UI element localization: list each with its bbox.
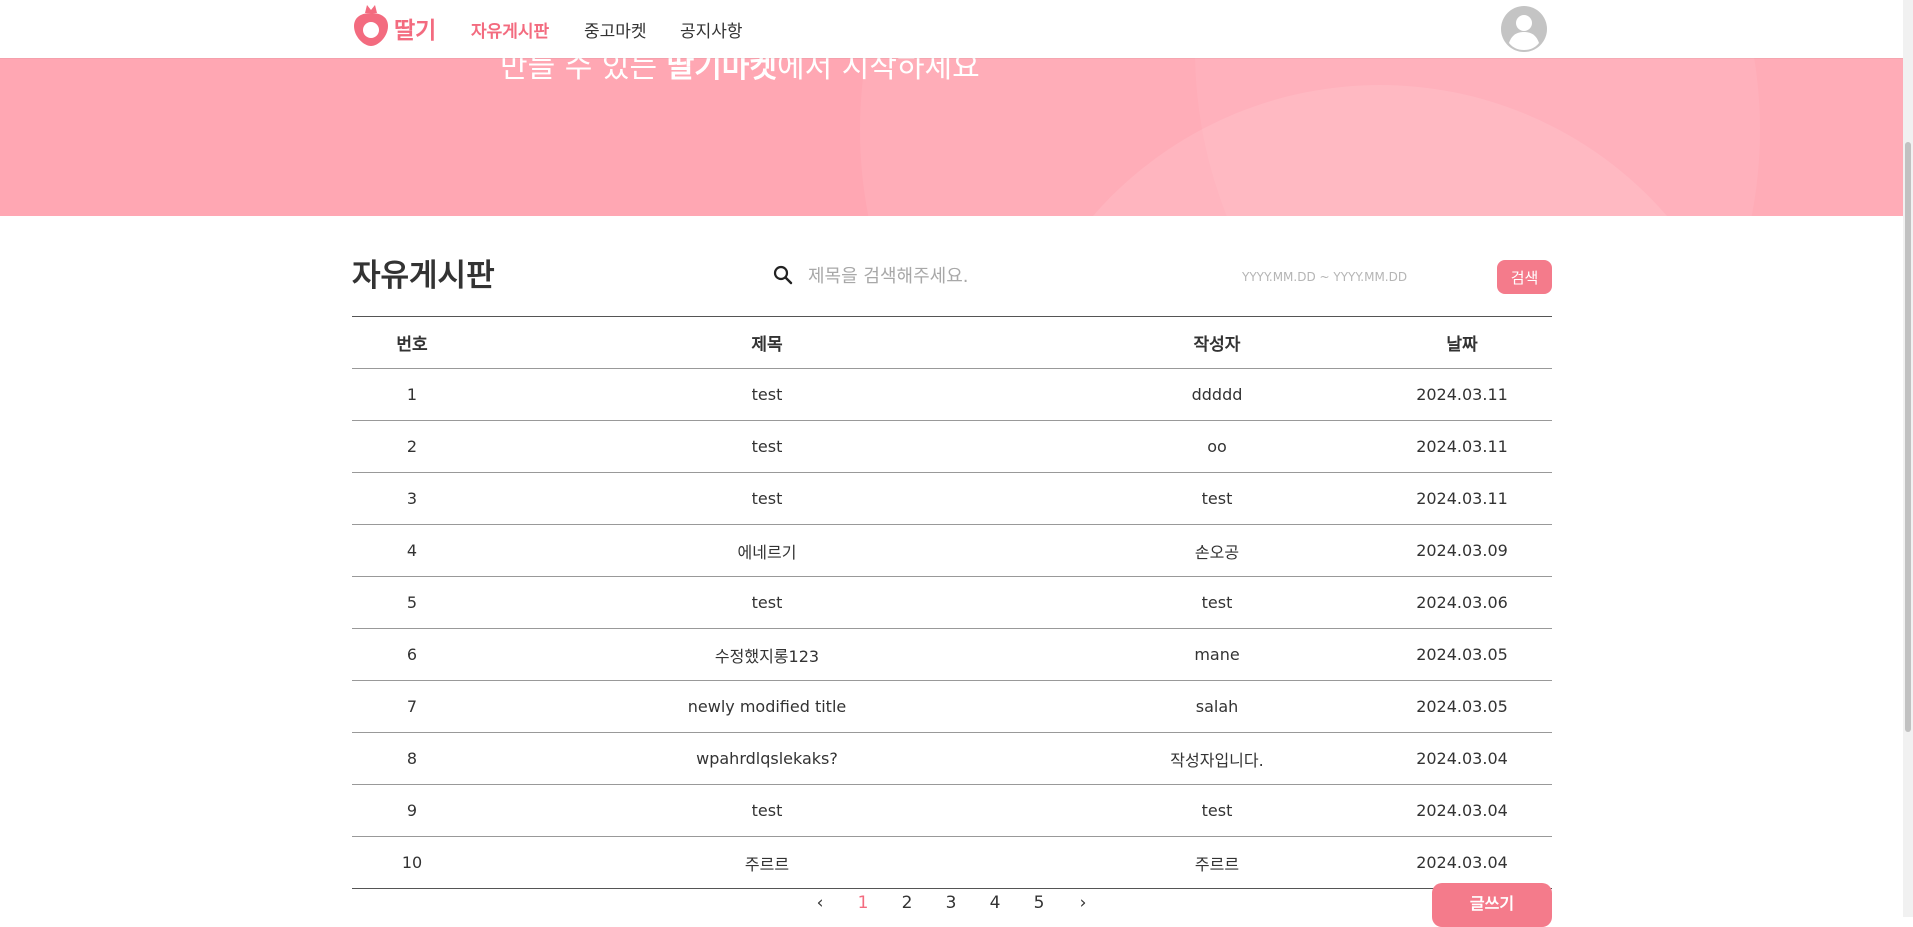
row-title[interactable]: test: [472, 420, 1062, 473]
row-author: mane: [1062, 628, 1372, 681]
table-row[interactable]: 4 에네르기 손오공 2024.03.09: [352, 524, 1552, 577]
row-author: test: [1062, 472, 1372, 525]
row-author: ddddd: [1062, 368, 1372, 421]
table-row[interactable]: 2 test oo 2024.03.11: [352, 420, 1552, 473]
page-link-4[interactable]: 4: [985, 893, 1005, 913]
row-title[interactable]: 수정했지롱123: [472, 628, 1062, 681]
nav-used-market[interactable]: 중고마켓: [584, 17, 647, 42]
row-title[interactable]: test: [472, 576, 1062, 629]
row-title[interactable]: 주르르: [472, 837, 1062, 889]
page-link-3[interactable]: 3: [941, 893, 961, 913]
table-row[interactable]: 7 newly modified title salah 2024.03.05: [352, 680, 1552, 733]
row-date: 2024.03.04: [1372, 784, 1552, 837]
logo[interactable]: 딸기: [352, 4, 436, 52]
table-row[interactable]: 9 test test 2024.03.04: [352, 784, 1552, 837]
table-row[interactable]: 1 test ddddd 2024.03.11: [352, 368, 1552, 421]
logo-text: 딸기: [394, 18, 437, 44]
row-date: 2024.03.04: [1416, 853, 1508, 872]
page-title: 자유게시판: [352, 258, 495, 294]
row-author: 손오공: [1062, 524, 1372, 577]
row-date: 2024.03.11: [1372, 368, 1552, 421]
search-button[interactable]: 검색: [1497, 260, 1552, 294]
table-row[interactable]: 3 test test 2024.03.11: [352, 472, 1552, 525]
row-date: 2024.03.04: [1372, 732, 1552, 785]
table-header-row: 번호 제목 작성자 날짜: [352, 316, 1552, 369]
column-header-number: 번호: [352, 316, 472, 369]
page-link-2[interactable]: 2: [897, 893, 917, 913]
user-avatar-icon[interactable]: [1500, 5, 1548, 57]
row-title[interactable]: wpahrdlqslekaks?: [472, 732, 1062, 785]
table-row[interactable]: 6 수정했지롱123 mane 2024.03.05: [352, 628, 1552, 681]
table-row[interactable]: 5 test test 2024.03.06: [352, 576, 1552, 629]
row-author: test: [1062, 784, 1372, 837]
row-number: 4: [352, 524, 472, 577]
page-scrollbar[interactable]: [1903, 0, 1913, 917]
page-link-5[interactable]: 5: [1029, 893, 1049, 913]
row-title[interactable]: 에네르기: [472, 524, 1062, 577]
row-date: 2024.03.05: [1372, 628, 1552, 681]
row-number: 2: [352, 420, 472, 473]
column-header-title: 제목: [472, 316, 1062, 369]
row-date: 2024.03.09: [1372, 524, 1552, 577]
row-number: 10: [401, 853, 423, 872]
row-title[interactable]: test: [472, 368, 1062, 421]
scrollbar-thumb[interactable]: [1905, 142, 1911, 732]
nav-notice[interactable]: 공지사항: [680, 17, 743, 42]
search-input[interactable]: [806, 262, 1170, 290]
nav-free-board[interactable]: 자유게시판: [471, 17, 549, 42]
row-title[interactable]: newly modified title: [472, 680, 1062, 733]
row-date: 2024.03.11: [1372, 420, 1552, 473]
table-row[interactable]: 10 주르르 주르르 2024.03.04: [352, 837, 1552, 889]
row-number: 6: [352, 628, 472, 681]
column-header-author: 작성자: [1062, 316, 1372, 369]
row-title[interactable]: test: [472, 472, 1062, 525]
row-author: 주르르: [1194, 854, 1240, 874]
row-author: oo: [1062, 420, 1372, 473]
row-date: 2024.03.05: [1372, 680, 1552, 733]
row-number: 7: [352, 680, 472, 733]
search-icon: [773, 265, 793, 289]
table-row[interactable]: 8 wpahrdlqslekaks? 작성자입니다. 2024.03.04: [352, 732, 1552, 785]
strawberry-icon: [352, 4, 390, 52]
row-author: 작성자입니다.: [1062, 732, 1372, 785]
board-table: 번호 제목 작성자 날짜 1 test ddddd 2024.03.11 2 t…: [352, 316, 1552, 889]
row-number: 5: [352, 576, 472, 629]
row-number: 1: [352, 368, 472, 421]
page-link-1[interactable]: 1: [853, 893, 873, 913]
date-range-input[interactable]: [1240, 267, 1464, 287]
row-number: 9: [352, 784, 472, 837]
top-header: 딸기 자유게시판 중고마켓 공지사항: [0, 0, 1903, 58]
pagination: ‹ 1 2 3 4 5 ›: [0, 893, 1913, 917]
next-page-icon[interactable]: ›: [1073, 893, 1093, 913]
prev-page-icon[interactable]: ‹: [810, 893, 830, 913]
row-date: 2024.03.11: [1372, 472, 1552, 525]
row-number: 3: [352, 472, 472, 525]
row-author: salah: [1062, 680, 1372, 733]
row-date: 2024.03.06: [1372, 576, 1552, 629]
column-header-date: 날짜: [1372, 316, 1552, 369]
row-number: 8: [352, 732, 472, 785]
row-title[interactable]: test: [472, 784, 1062, 837]
write-post-button[interactable]: 글쓰기: [1432, 883, 1552, 927]
row-author: test: [1062, 576, 1372, 629]
